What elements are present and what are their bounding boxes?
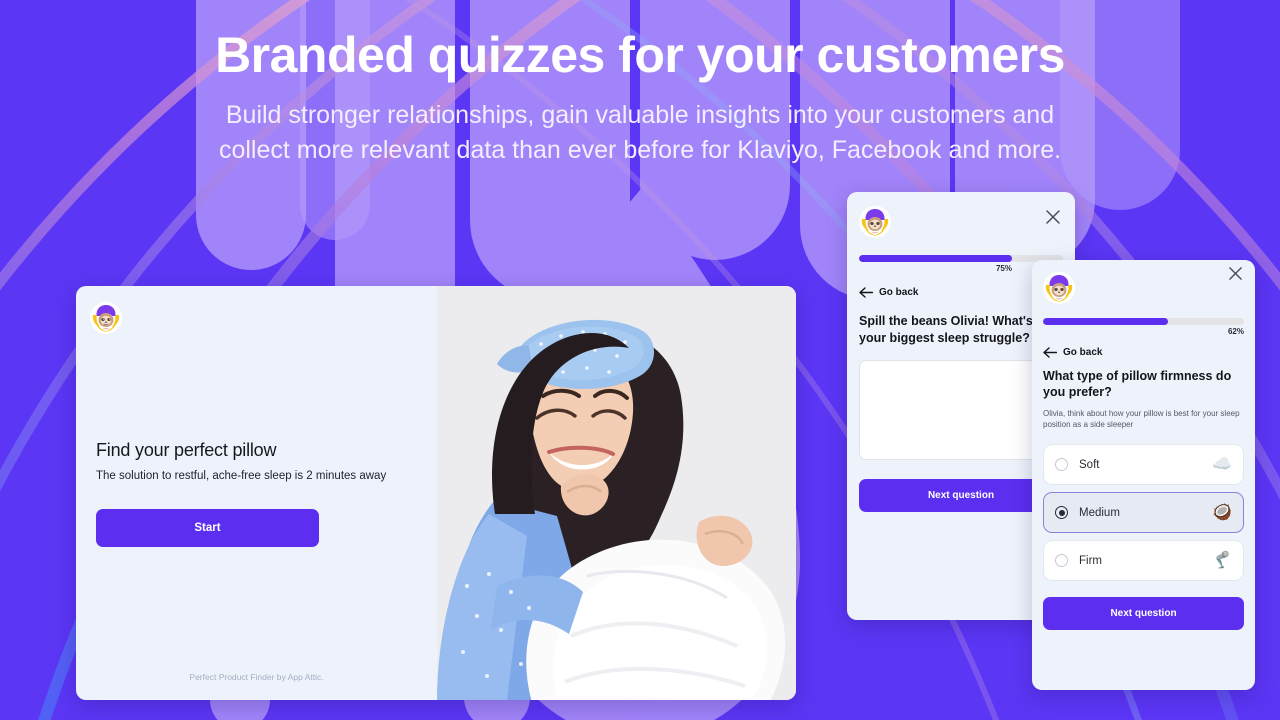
- question-helper-text: Olivia, think about how your pillow is b…: [1043, 408, 1240, 429]
- coconut-icon: 🥥: [1212, 503, 1232, 521]
- close-icon[interactable]: [1045, 209, 1061, 225]
- hero-section: Branded quizzes for your customers Build…: [0, 0, 1280, 167]
- answer-option-firm[interactable]: Firm 🦿: [1043, 540, 1244, 582]
- answer-option-label: Medium: [1079, 506, 1120, 519]
- quiz-welcome-pane: Find your perfect pillow The solution to…: [76, 286, 437, 700]
- hero-subtitle: Build stronger relationships, gain valua…: [0, 98, 1280, 167]
- quiz-question-card-firmness: 62% Go back What type of pillow firmness…: [1032, 260, 1255, 690]
- sloth-logo-icon: [90, 302, 122, 334]
- quiz-subtitle: The solution to restful, ache-free sleep…: [96, 469, 387, 482]
- radio-button[interactable]: [1055, 506, 1068, 520]
- hero-subtitle-line1: Build stronger relationships, gain valua…: [225, 101, 1055, 129]
- sloth-logo-icon: [859, 206, 891, 238]
- progress-fill: [859, 255, 1012, 262]
- quiz-footer-credit: Perfect Product Finder by App Attic.: [189, 672, 324, 682]
- start-button[interactable]: Start: [96, 508, 319, 547]
- hero-subtitle-line2: collect more relevant data than ever bef…: [218, 135, 1062, 164]
- progress-bar: 62%: [1043, 318, 1244, 336]
- answer-option-label: Soft: [1079, 458, 1100, 471]
- answer-option-medium[interactable]: Medium 🥥: [1043, 492, 1244, 534]
- cloud-icon: ☁️: [1212, 455, 1232, 473]
- go-back-label: Go back: [879, 287, 919, 298]
- close-icon[interactable]: [1228, 266, 1243, 281]
- next-question-button[interactable]: Next question: [1043, 597, 1244, 631]
- question-text: What type of pillow firmness do you pref…: [1043, 369, 1232, 400]
- go-back-button[interactable]: Go back: [1043, 347, 1244, 358]
- progress-percent-label: 75%: [995, 264, 1012, 273]
- arrow-left-icon: [859, 287, 873, 298]
- progress-track: [1043, 318, 1244, 325]
- go-back-label: Go back: [1063, 347, 1103, 358]
- page-title: Branded quizzes for your customers: [215, 27, 1065, 83]
- sloth-logo-icon: [1043, 272, 1075, 304]
- radio-button[interactable]: [1055, 554, 1068, 568]
- hero-photo: [437, 286, 796, 700]
- answer-option-soft[interactable]: Soft ☁️: [1043, 444, 1244, 486]
- progress-track: [859, 255, 1063, 262]
- progress-fill: [1043, 318, 1168, 325]
- answer-option-label: Firm: [1079, 554, 1102, 567]
- leg-icon: 🦿: [1212, 551, 1232, 569]
- quiz-title: Find your perfect pillow: [96, 439, 277, 460]
- quiz-welcome-card: Find your perfect pillow The solution to…: [76, 286, 796, 700]
- radio-button[interactable]: [1055, 458, 1068, 472]
- arrow-left-icon: [1043, 347, 1057, 358]
- quiz-welcome-copy: Find your perfect pillow The solution to…: [96, 440, 417, 547]
- answer-options-list: Soft ☁️ Medium 🥥 Firm 🦿: [1043, 444, 1244, 582]
- progress-percent-label: 62%: [1227, 327, 1244, 336]
